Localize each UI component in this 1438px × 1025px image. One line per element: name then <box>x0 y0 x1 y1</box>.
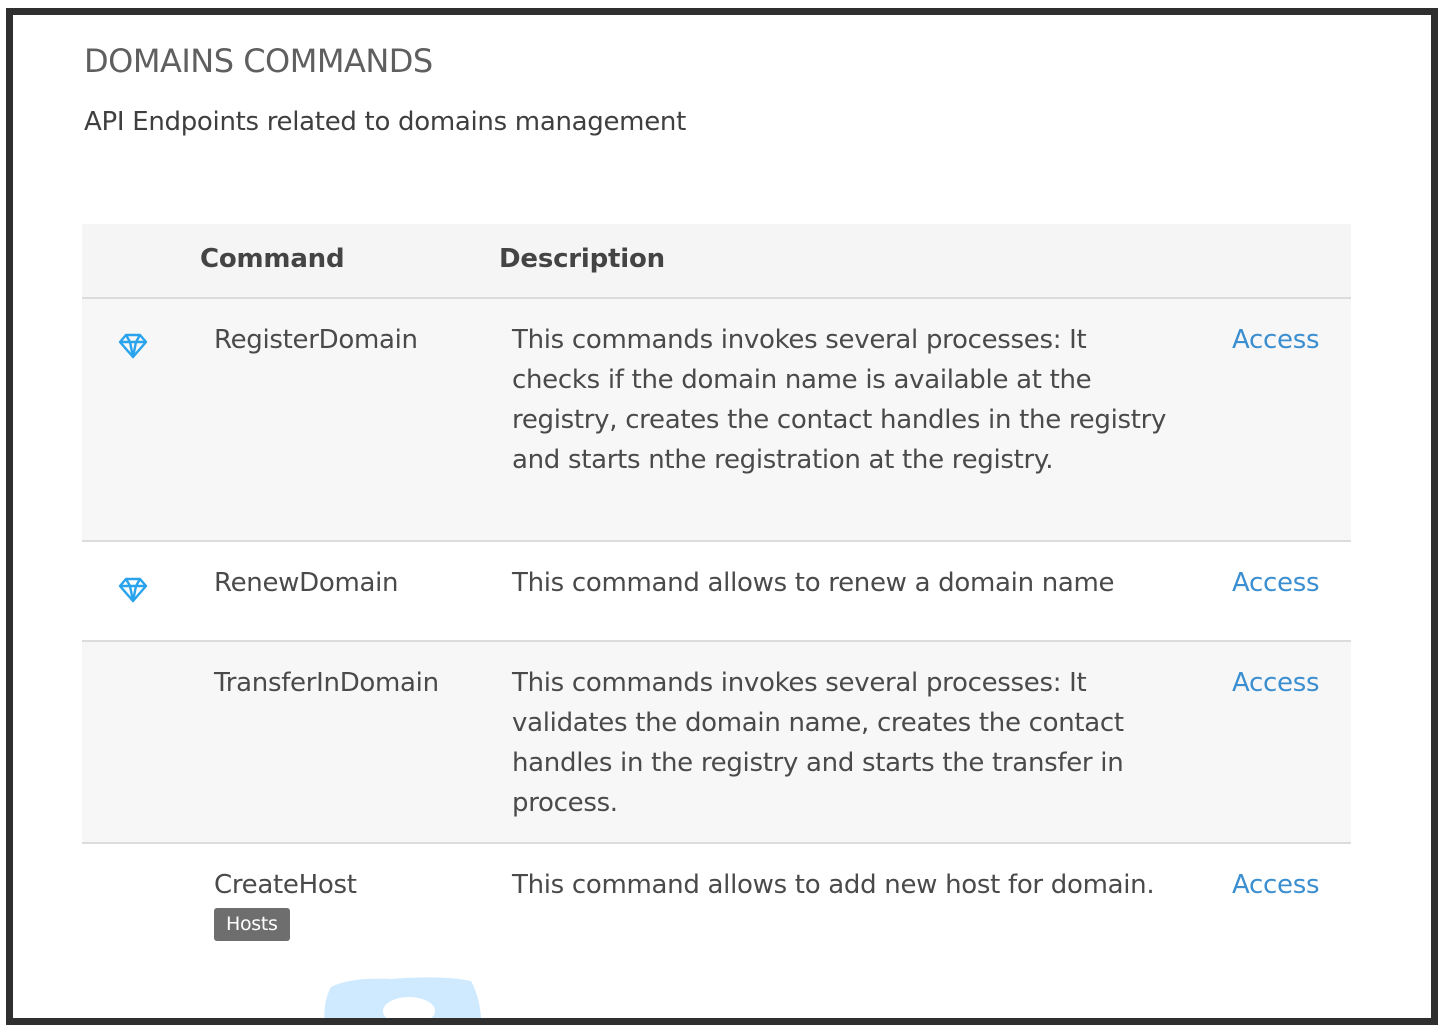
table-row: RegisterDomain This commands invokes sev… <box>82 299 1351 542</box>
table-row: CreateHost Hosts This command allows to … <box>82 844 1351 1014</box>
access-link[interactable]: Access <box>1232 563 1320 603</box>
command-name: RenewDomain <box>214 568 399 598</box>
command-name: RegisterDomain <box>214 325 418 355</box>
commands-table: Command Description RegisterDomain This … <box>82 224 1351 1014</box>
access-link[interactable]: Access <box>1232 320 1320 360</box>
table-header: Command Description <box>82 224 1351 299</box>
command-name: CreateHost <box>214 870 357 900</box>
diamond-icon <box>118 577 148 603</box>
table-row: RenewDomain This command allows to renew… <box>82 542 1351 642</box>
access-link[interactable]: Access <box>1232 663 1320 703</box>
description-cell: This command allows to renew a domain na… <box>512 568 1115 598</box>
table-row: TransferInDomain This commands invokes s… <box>82 642 1351 844</box>
content-panel: DOMAINS COMMANDS API Endpoints related t… <box>6 8 1438 1025</box>
hosts-tag: Hosts <box>214 908 290 941</box>
partial-graphic <box>324 977 481 1018</box>
description-cell: This commands invokes several processes:… <box>512 325 1167 475</box>
diamond-icon <box>118 333 148 359</box>
section-title: DOMAINS COMMANDS <box>84 42 433 80</box>
command-cell: TransferInDomain <box>214 663 494 703</box>
command-name: TransferInDomain <box>214 668 439 698</box>
command-cell: RenewDomain <box>214 563 494 603</box>
access-link[interactable]: Access <box>1232 865 1320 905</box>
column-header-description: Description <box>499 244 665 274</box>
description-cell: This commands invokes several processes:… <box>512 668 1124 818</box>
column-header-command: Command <box>200 244 345 274</box>
command-cell: RegisterDomain <box>214 320 494 360</box>
description-cell: This command allows to add new host for … <box>512 870 1155 900</box>
command-cell: CreateHost Hosts <box>214 865 494 941</box>
section-subtitle: API Endpoints related to domains managem… <box>84 107 686 137</box>
